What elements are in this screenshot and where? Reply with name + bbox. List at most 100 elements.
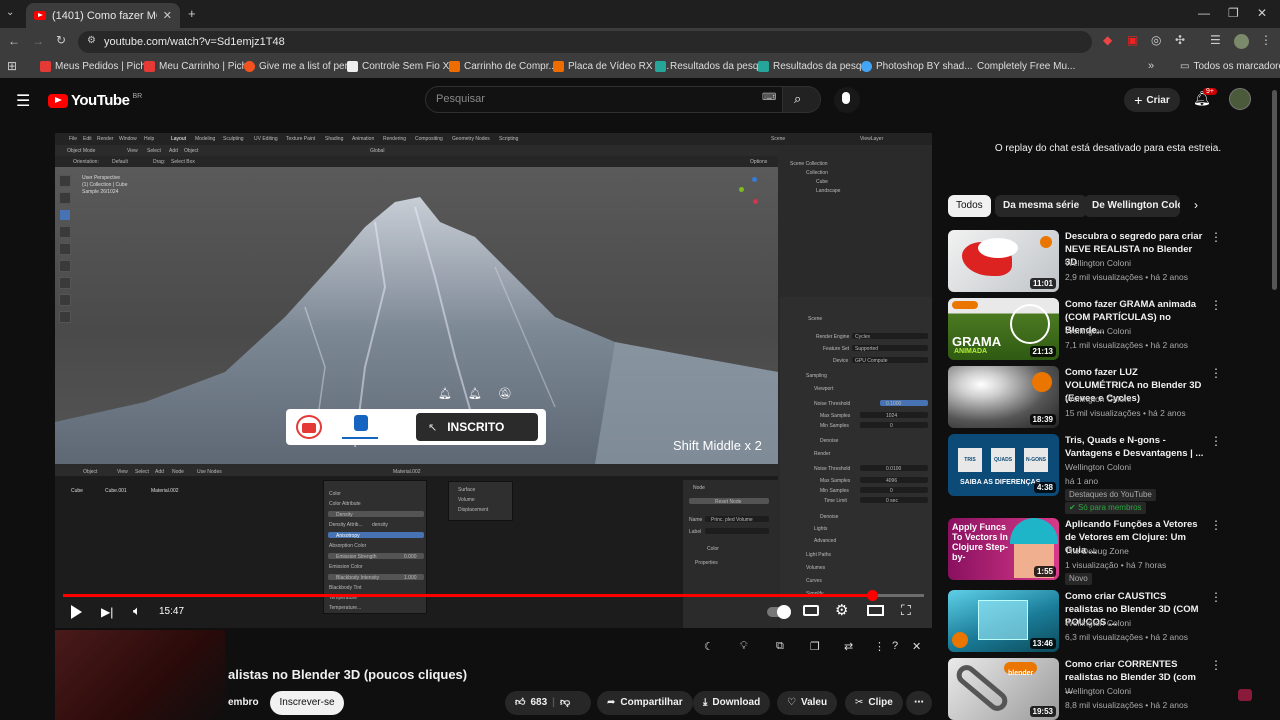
video-thumbnail[interactable]: 13:46 [948,590,1059,652]
forward-icon[interactable]: → [32,34,44,48]
youtube-logo[interactable]: YouTube BR [48,92,142,109]
bookmark-8[interactable]: Resultados da pesq... [758,61,870,72]
site-info-icon[interactable]: ⚙ [87,35,96,46]
chip-channel[interactable]: De Wellington Coloni [1084,195,1180,217]
extensions-puzzle-icon[interactable]: ✣ [1175,33,1185,47]
more-options-icon[interactable]: ⋮ [1210,230,1222,244]
video-player[interactable]: File Edit Render Window Help Layout Mode… [55,133,932,628]
video-thumbnail[interactable]: 11:01 [948,230,1059,292]
more-options-icon[interactable]: ⋮ [1210,658,1222,672]
keyboard-icon[interactable]: ⌨ [762,92,776,103]
recommendation-item[interactable]: Apply Funcs To Vectors In Clojure Step-b… [948,518,1268,585]
chip-same-series[interactable]: Da mesma série [995,195,1088,217]
video-thumbnail[interactable]: GRAMA ANIMADA 21:13 [948,298,1059,360]
apps-grid-icon[interactable]: ⊞ [7,59,17,73]
volume-icon[interactable]: 🔈︎ [133,603,141,619]
dark-mode-icon[interactable]: ☾ [704,640,714,653]
more-options-icon[interactable]: ⋮ [1210,298,1222,312]
new-tab-icon[interactable]: + [188,6,196,21]
bookmark-10[interactable]: Completely Free Mu... [977,61,1075,72]
settings-gear-icon[interactable]: ⚙ [835,601,848,619]
bookmarks-overflow-icon[interactable]: » [1148,60,1154,72]
back-icon[interactable]: ← [8,34,20,48]
bookmark-7[interactable]: Resultados da pesq... [655,61,767,72]
recommendation-item[interactable]: 11:01 Descubra o segredo para criar NEVE… [948,230,1268,292]
channel-name[interactable]: Wellington Coloni [1065,686,1131,696]
theater-mode-icon[interactable] [867,605,884,616]
chip-all[interactable]: Todos [948,195,991,217]
channel-name[interactable]: Wellington Coloni [1065,462,1131,472]
reading-list-icon[interactable]: ☰ [1210,33,1221,47]
minimize-icon[interactable]: — [1198,6,1210,20]
channel-name[interactable]: Wellington Coloni [1065,258,1131,268]
page-scrollbar[interactable] [1272,90,1277,290]
floating-youtube-icon[interactable] [1238,689,1252,701]
video-thumbnail[interactable]: 18:39 [948,366,1059,428]
hamburger-menu-icon[interactable]: ☰ [16,91,30,111]
video-title[interactable]: Tris, Quads e N-gons - Vantagens e Desva… [1065,434,1205,460]
recommendation-item[interactable]: blender 19:53 Como criar CORRENTES reali… [948,658,1268,720]
notifications-button[interactable]: 🔔︎ 9+ [1193,88,1217,110]
extension-icon-3[interactable]: ▣ [1127,33,1138,47]
bookmark-6[interactable]: Placa de Vídeo RX 7... [553,61,669,72]
tab-search-icon[interactable]: ⌄ [6,7,14,18]
recommendation-item[interactable]: 18:39 Como fazer LUZ VOLUMÉTRICA no Blen… [948,366,1268,428]
member-button-partial[interactable]: embro [228,697,259,708]
channel-name[interactable]: The Debug Zone [1065,546,1129,556]
channel-name[interactable]: Wellington Coloni [1065,394,1131,404]
clip-button[interactable]: ✂ Clipe [845,691,903,715]
more-options-icon[interactable]: ⋮ [1210,366,1222,380]
video-thumbnail[interactable]: Apply Funcs To Vectors In Clojure Step-b… [948,518,1059,580]
lightbulb-icon[interactable]: 💡︎ [740,640,748,653]
tab-close-icon[interactable]: ✕ [163,9,172,22]
chips-next-icon[interactable]: › [1194,198,1198,212]
dislike-icon[interactable]: 👎︎ [560,691,570,715]
restore-icon[interactable]: ❐ [1228,6,1239,20]
address-bar[interactable]: ⚙ youtube.com/watch?v=Sd1emjz1T48 [78,31,1092,53]
more-icon[interactable]: ⋮ [874,640,885,653]
bookmark-1[interactable]: Meus Pedidos | Pich... [40,61,154,72]
browser-tab-active[interactable]: (1401) Como fazer MONTANHA ✕ [26,3,180,28]
subscribe-button[interactable]: Inscrever-se [270,691,344,715]
search-button[interactable]: ⌕ [783,86,821,113]
copy-icon[interactable]: ❐ [810,640,820,653]
pip-icon[interactable]: ⧉ [776,640,784,653]
thanks-button[interactable]: ♡ Valeu [777,691,838,715]
video-thumbnail[interactable]: blender 19:53 [948,658,1059,720]
account-avatar[interactable] [1229,88,1251,110]
window-close-icon[interactable]: ✕ [1257,6,1267,20]
more-actions-button[interactable]: ⋯ [906,691,932,715]
all-bookmarks-folder[interactable]: ▭ Todos os marcadores [1180,61,1280,72]
video-thumbnail[interactable]: TRIS QUADS N-GONS SAIBA AS DIFERENÇAS 4:… [948,434,1059,496]
browser-menu-icon[interactable]: ⋮ [1260,33,1272,47]
more-options-icon[interactable]: ⋮ [1210,518,1222,532]
channel-name[interactable]: Wellington Coloni [1065,326,1131,336]
next-button[interactable]: ▶| [101,605,113,619]
bookmark-5[interactable]: Carrinho de Compr... [449,61,557,72]
subtitles-icon[interactable] [803,605,819,616]
bookmark-9[interactable]: Photoshop BY shad... [861,61,973,72]
channel-name[interactable]: Wellington Coloni [1065,618,1131,628]
more-options-icon[interactable]: ⋮ [1210,590,1222,604]
recommendation-item[interactable]: 13:46 Como criar CAUSTICS realistas no B… [948,590,1268,652]
play-button[interactable] [71,605,82,619]
download-button[interactable]: ⤓ Download [693,691,771,715]
fullscreen-icon[interactable]: ⛶ [901,602,911,619]
recommendation-item[interactable]: TRIS QUADS N-GONS SAIBA AS DIFERENÇAS 4:… [948,434,1268,514]
search-input[interactable]: Pesquisar ⌨ [425,86,783,113]
loop-icon[interactable]: ⇄ [844,640,853,653]
extension-icon-4[interactable]: ◎ [1151,33,1161,47]
profile-avatar[interactable] [1234,34,1249,49]
create-button[interactable]: + Criar [1124,88,1180,112]
extension-icon-2[interactable]: ◆ [1103,33,1112,47]
bookmark-4[interactable]: Controle Sem Fio X... [347,61,458,72]
more-options-icon[interactable]: ⋮ [1210,434,1222,448]
reload-icon[interactable]: ↻ [56,33,66,47]
progress-bar-track[interactable] [63,590,924,601]
close-icon[interactable]: ✕ [912,640,921,653]
recommendation-item[interactable]: GRAMA ANIMADA 21:13 Como fazer GRAMA ani… [948,298,1268,360]
bookmark-3[interactable]: Give me a list of per... [244,61,356,72]
share-button[interactable]: ➦ Compartilhar [597,691,693,715]
autoplay-toggle[interactable] [767,605,791,619]
bookmark-2[interactable]: Meu Carrinho | Pich... [144,61,256,72]
